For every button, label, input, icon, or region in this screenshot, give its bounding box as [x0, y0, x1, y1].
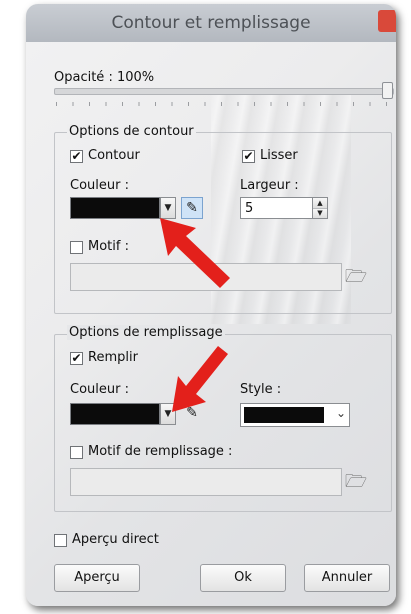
opacity-label: Opacité : 100% [54, 70, 155, 85]
motif-remplissage-path-field[interactable] [70, 468, 342, 496]
contour-checkbox[interactable]: ✔ [70, 150, 83, 163]
style-label: Style : [240, 382, 282, 397]
style-select[interactable]: ⌄ [240, 403, 350, 427]
close-button[interactable] [378, 10, 396, 32]
motif-remplissage-checkbox[interactable] [70, 446, 83, 459]
dialog-title: Contour et remplissage [111, 13, 311, 33]
apercu-direct-label: Aperçu direct [72, 532, 159, 547]
lisser-checkbox-label: Lisser [260, 148, 298, 163]
chevron-down-icon[interactable]: ⌄ [336, 406, 346, 420]
red-arrow-icon [160, 218, 230, 288]
spin-down-icon[interactable]: ▼ [313, 208, 327, 218]
dialog-window: Contour et remplissage Opacité : 100% Op… [26, 4, 396, 606]
fill-color-swatch[interactable] [70, 403, 160, 425]
red-arrow-icon [172, 346, 228, 412]
lisser-checkbox[interactable]: ✔ [242, 150, 255, 163]
title-bar[interactable]: Contour et remplissage [26, 4, 396, 42]
remplir-checkbox[interactable]: ✔ [70, 352, 83, 365]
opacity-slider-track[interactable] [54, 88, 394, 95]
opacity-slider-thumb[interactable] [382, 82, 393, 99]
opacity-slider-ticks [56, 102, 390, 106]
apercu-button[interactable]: Aperçu [54, 564, 140, 592]
apercu-direct-checkbox[interactable] [54, 534, 67, 547]
annuler-button[interactable]: Annuler [304, 564, 390, 592]
spin-up-icon[interactable]: ▲ [313, 198, 327, 208]
contour-group-label: Options de contour [67, 124, 196, 139]
largeur-label: Largeur : [240, 178, 299, 193]
remplir-checkbox-label: Remplir [88, 350, 138, 365]
fill-group-label: Options de remplissage [67, 325, 225, 340]
motif-checkbox[interactable] [70, 241, 83, 254]
folder-open-icon[interactable]: 🗁 [344, 266, 368, 288]
folder-open-icon[interactable]: 🗁 [344, 471, 368, 493]
contour-checkbox-label: Contour [88, 148, 140, 163]
contour-color-label: Couleur : [70, 178, 129, 193]
largeur-value: 5 [245, 201, 254, 216]
style-swatch [244, 407, 324, 423]
dialog-client-area: Opacité : 100% Options de contour ✔ Cont… [26, 42, 396, 606]
motif-remplissage-label: Motif de remplissage : [88, 444, 233, 459]
contour-color-swatch[interactable] [70, 197, 160, 219]
largeur-spinner[interactable]: 5 ▲ ▼ [240, 197, 328, 219]
motif-checkbox-label: Motif : [88, 239, 129, 254]
largeur-spin-buttons[interactable]: ▲ ▼ [312, 198, 327, 218]
fill-color-label: Couleur : [70, 382, 129, 397]
ok-button[interactable]: Ok [200, 564, 286, 592]
